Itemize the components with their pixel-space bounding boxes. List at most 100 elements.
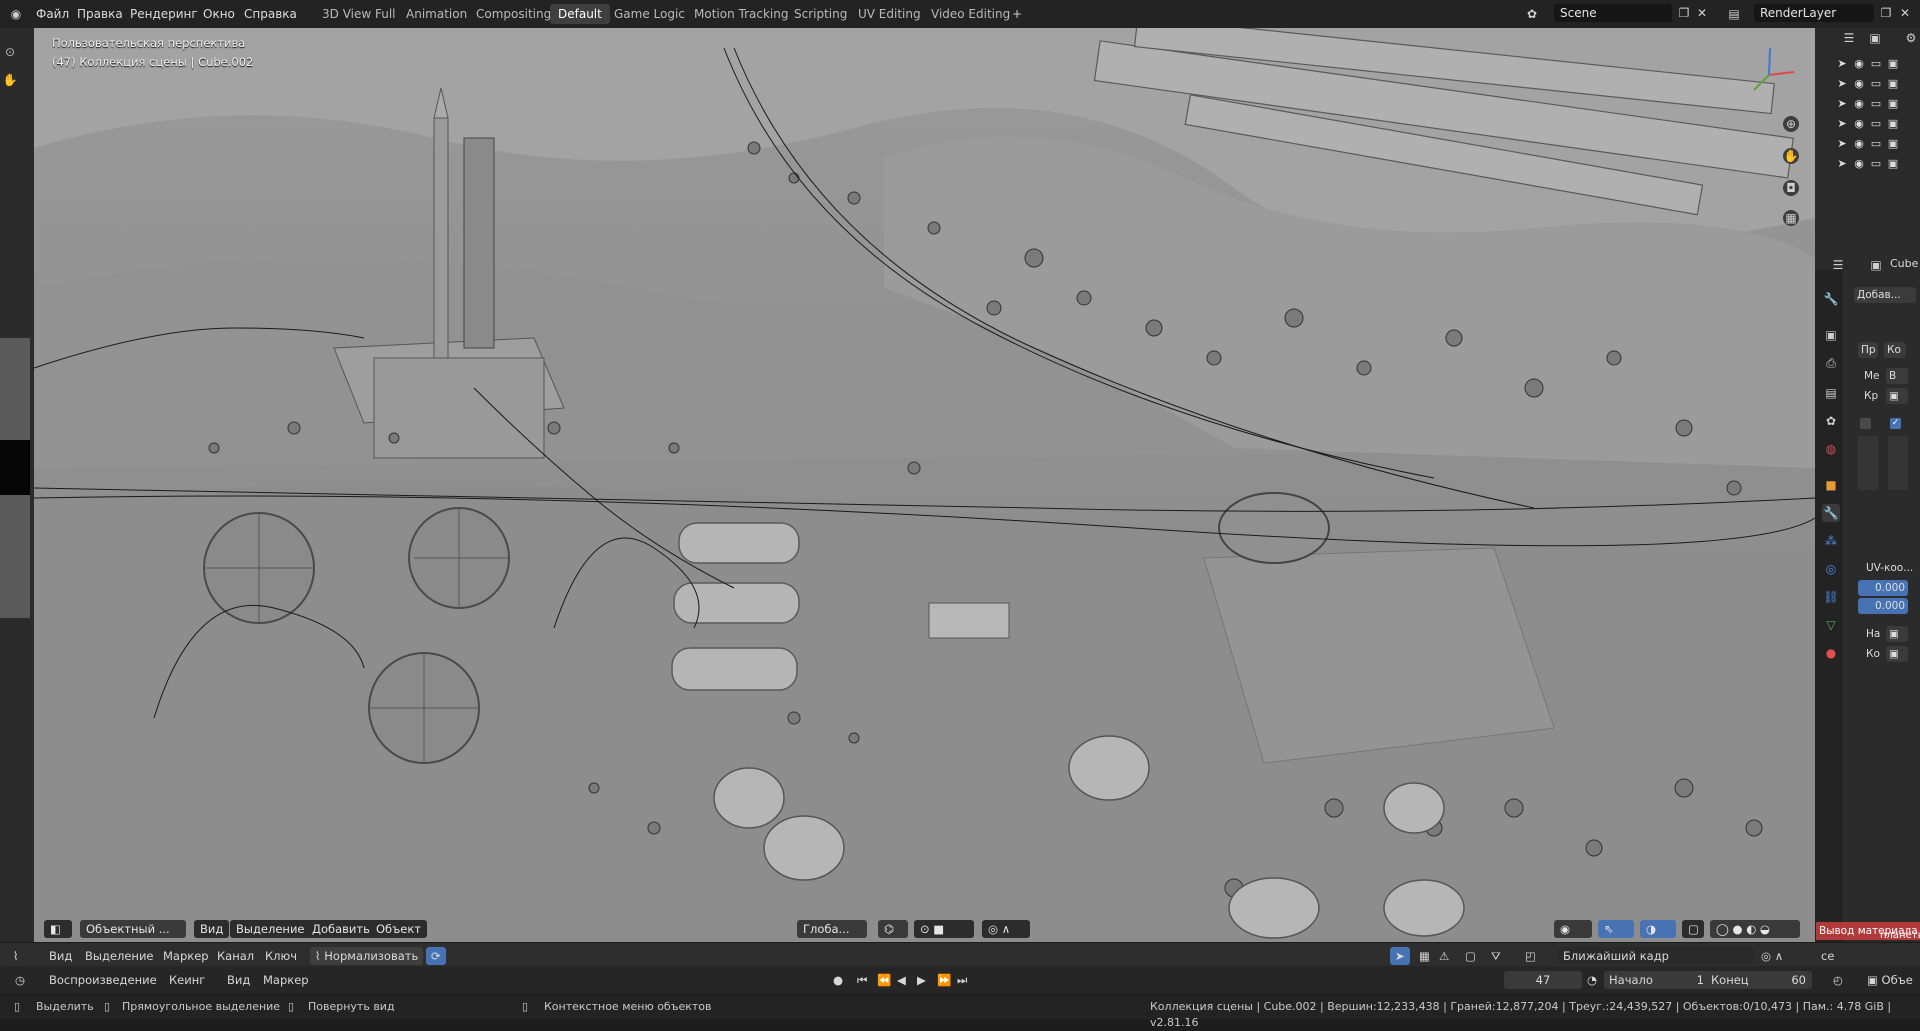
- snap-settings-icon[interactable]: ◰: [1520, 947, 1541, 965]
- menu-window[interactable]: Окно: [197, 5, 241, 23]
- tab-game-logic[interactable]: Game Logic: [606, 4, 693, 24]
- view-menu[interactable]: Вид: [222, 971, 255, 989]
- select-arrow-icon[interactable]: ➤: [1835, 137, 1849, 151]
- eye-icon[interactable]: ◉: [1852, 97, 1866, 111]
- outliner-row[interactable]: ➤◉▭▣: [1835, 96, 1915, 112]
- eye-icon[interactable]: ◉: [1852, 157, 1866, 171]
- blender-logo-icon[interactable]: ◉: [8, 6, 24, 22]
- tab-uv-editing[interactable]: UV Editing: [850, 4, 929, 24]
- scene-icon[interactable]: ✿: [1524, 6, 1540, 22]
- kr-picker-icon[interactable]: ▣: [1886, 388, 1908, 404]
- menu-marker[interactable]: Маркер: [158, 947, 214, 965]
- outliner-filter-icon[interactable]: ☰: [1841, 30, 1857, 46]
- copy-layer-icon[interactable]: ❐: [1878, 5, 1894, 21]
- camera-icon[interactable]: ▣: [1886, 97, 1900, 111]
- menu-select[interactable]: Выделение: [230, 920, 311, 938]
- menu-edit[interactable]: Правка: [71, 5, 129, 23]
- play-reverse-icon[interactable]: ◀: [892, 971, 911, 989]
- visibility-icon[interactable]: ◉: [1554, 920, 1592, 938]
- menu-key[interactable]: Ключ: [260, 947, 302, 965]
- uv-y-field[interactable]: 0.000: [1858, 598, 1908, 614]
- camera-icon[interactable]: ▣: [1886, 157, 1900, 171]
- checkbox[interactable]: [1860, 418, 1871, 429]
- properties-editor-icon[interactable]: ◴: [1828, 971, 1848, 989]
- editor-type-icon[interactable]: ⌇: [8, 947, 24, 965]
- plus-icon[interactable]: +: [1009, 6, 1025, 22]
- monitor-icon[interactable]: ▭: [1869, 57, 1883, 71]
- snap-mode-dropdown[interactable]: Ближайший кадр: [1558, 947, 1754, 965]
- normalize-toggle[interactable]: ⌇ Нормализовать: [310, 947, 424, 965]
- current-frame-field[interactable]: 47: [1504, 971, 1582, 989]
- outliner-row[interactable]: ➤◉▭▣: [1835, 116, 1915, 132]
- select-arrow-icon[interactable]: ➤: [1835, 57, 1849, 71]
- tab-3d-view-full[interactable]: 3D View Full: [314, 4, 404, 24]
- object-tab-icon[interactable]: ■: [1822, 476, 1840, 494]
- outliner-row[interactable]: ➤◉▭▣: [1835, 76, 1915, 92]
- ko-picker-icon[interactable]: ▣: [1886, 646, 1908, 662]
- 3d-viewport[interactable]: Пользовательская перспектива (47) Коллек…: [34, 28, 1815, 942]
- xray-icon[interactable]: ▢: [1682, 920, 1704, 938]
- sync-icon[interactable]: ⟳: [426, 947, 446, 965]
- ortho-toggle-icon[interactable]: ▦: [1783, 210, 1799, 226]
- eye-icon[interactable]: ◉: [1852, 77, 1866, 91]
- keying-menu[interactable]: Кеинг: [164, 971, 210, 989]
- slider-column[interactable]: [1888, 436, 1908, 490]
- gizmo-toggle-icon[interactable]: ⇖: [1598, 920, 1634, 938]
- menu-view[interactable]: Вид: [44, 947, 77, 965]
- warning-icon[interactable]: ⚠: [1434, 947, 1454, 965]
- menu-file[interactable]: Файл: [30, 5, 75, 23]
- camera-icon[interactable]: ▣: [1886, 117, 1900, 131]
- record-icon[interactable]: ●: [828, 971, 848, 989]
- snap-icon[interactable]: ⊙ ■: [914, 920, 974, 938]
- cursor-tool-icon[interactable]: ⊙: [2, 44, 18, 60]
- overlay-toggle-icon[interactable]: ◑: [1640, 920, 1676, 938]
- outliner-row[interactable]: ➤◉▭▣: [1835, 136, 1915, 152]
- physics-tab-icon[interactable]: ◎: [1822, 560, 1840, 578]
- menu-view[interactable]: Вид: [194, 920, 230, 938]
- world-tab-icon[interactable]: ◍: [1822, 440, 1840, 458]
- eye-icon[interactable]: ◉: [1852, 137, 1866, 151]
- proportional-edit-icon[interactable]: ◎ ∧: [982, 920, 1030, 938]
- jump-start-icon[interactable]: ⏮: [852, 971, 872, 989]
- tab-scripting[interactable]: Scripting: [786, 4, 855, 24]
- close-layer-icon[interactable]: ✕: [1897, 5, 1913, 21]
- playback-menu[interactable]: Воспроизведение: [44, 971, 162, 989]
- eye-icon[interactable]: ◉: [1852, 117, 1866, 131]
- orientation-dropdown[interactable]: Глоба...: [797, 920, 867, 938]
- menu-render[interactable]: Рендеринг: [124, 5, 204, 23]
- view-layer-field[interactable]: RenderLayer: [1754, 4, 1874, 22]
- select-arrow-icon[interactable]: ➤: [1835, 77, 1849, 91]
- select-arrow-icon[interactable]: ➤: [1835, 157, 1849, 171]
- particles-tab-icon[interactable]: ⁂: [1822, 532, 1840, 550]
- monitor-icon[interactable]: ▭: [1869, 137, 1883, 151]
- shading-modes-icon[interactable]: ◯ ● ◐ ◒: [1710, 920, 1800, 938]
- filter-icon[interactable]: ⛛: [1486, 947, 1506, 965]
- outliner-display-icon[interactable]: ▣: [1867, 30, 1883, 46]
- menu-add[interactable]: Добавить: [306, 920, 376, 938]
- add-modifier-button[interactable]: Добав...: [1854, 287, 1916, 303]
- material-tab-icon[interactable]: ●: [1822, 644, 1840, 662]
- tab-default[interactable]: Default: [550, 4, 610, 24]
- constraints-tab-icon[interactable]: ⛓: [1822, 588, 1840, 606]
- timeline-editor-icon[interactable]: ◷: [10, 971, 30, 989]
- camera-icon[interactable]: ▣: [1886, 57, 1900, 71]
- select-arrow-icon[interactable]: ➤: [1835, 117, 1849, 131]
- monitor-icon[interactable]: ▭: [1869, 77, 1883, 91]
- close-scene-icon[interactable]: ✕: [1694, 5, 1710, 21]
- monitor-icon[interactable]: ▭: [1869, 157, 1883, 171]
- editor-type-icon[interactable]: ◧: [44, 920, 72, 938]
- copy-scene-icon[interactable]: ❐: [1676, 5, 1692, 21]
- marker-menu[interactable]: Маркер: [258, 971, 314, 989]
- play-icon[interactable]: ▶: [912, 971, 931, 989]
- end-frame-field[interactable]: Конец 60: [1706, 971, 1812, 989]
- monitor-icon[interactable]: ▭: [1869, 117, 1883, 131]
- tool-tab-icon[interactable]: 🔧: [1822, 290, 1840, 308]
- pan-view-icon[interactable]: ✋: [1783, 148, 1799, 164]
- clock-icon[interactable]: ◔: [1582, 971, 1602, 989]
- monitor-icon[interactable]: ▭: [1869, 97, 1883, 111]
- v-dropdown[interactable]: В: [1886, 368, 1908, 384]
- uv-x-field[interactable]: 0.000: [1858, 580, 1908, 596]
- view-layer-icon[interactable]: ▤: [1726, 6, 1742, 22]
- menu-select[interactable]: Выделение: [80, 947, 159, 965]
- proportional-icon[interactable]: ◎ ∧: [1756, 947, 1788, 965]
